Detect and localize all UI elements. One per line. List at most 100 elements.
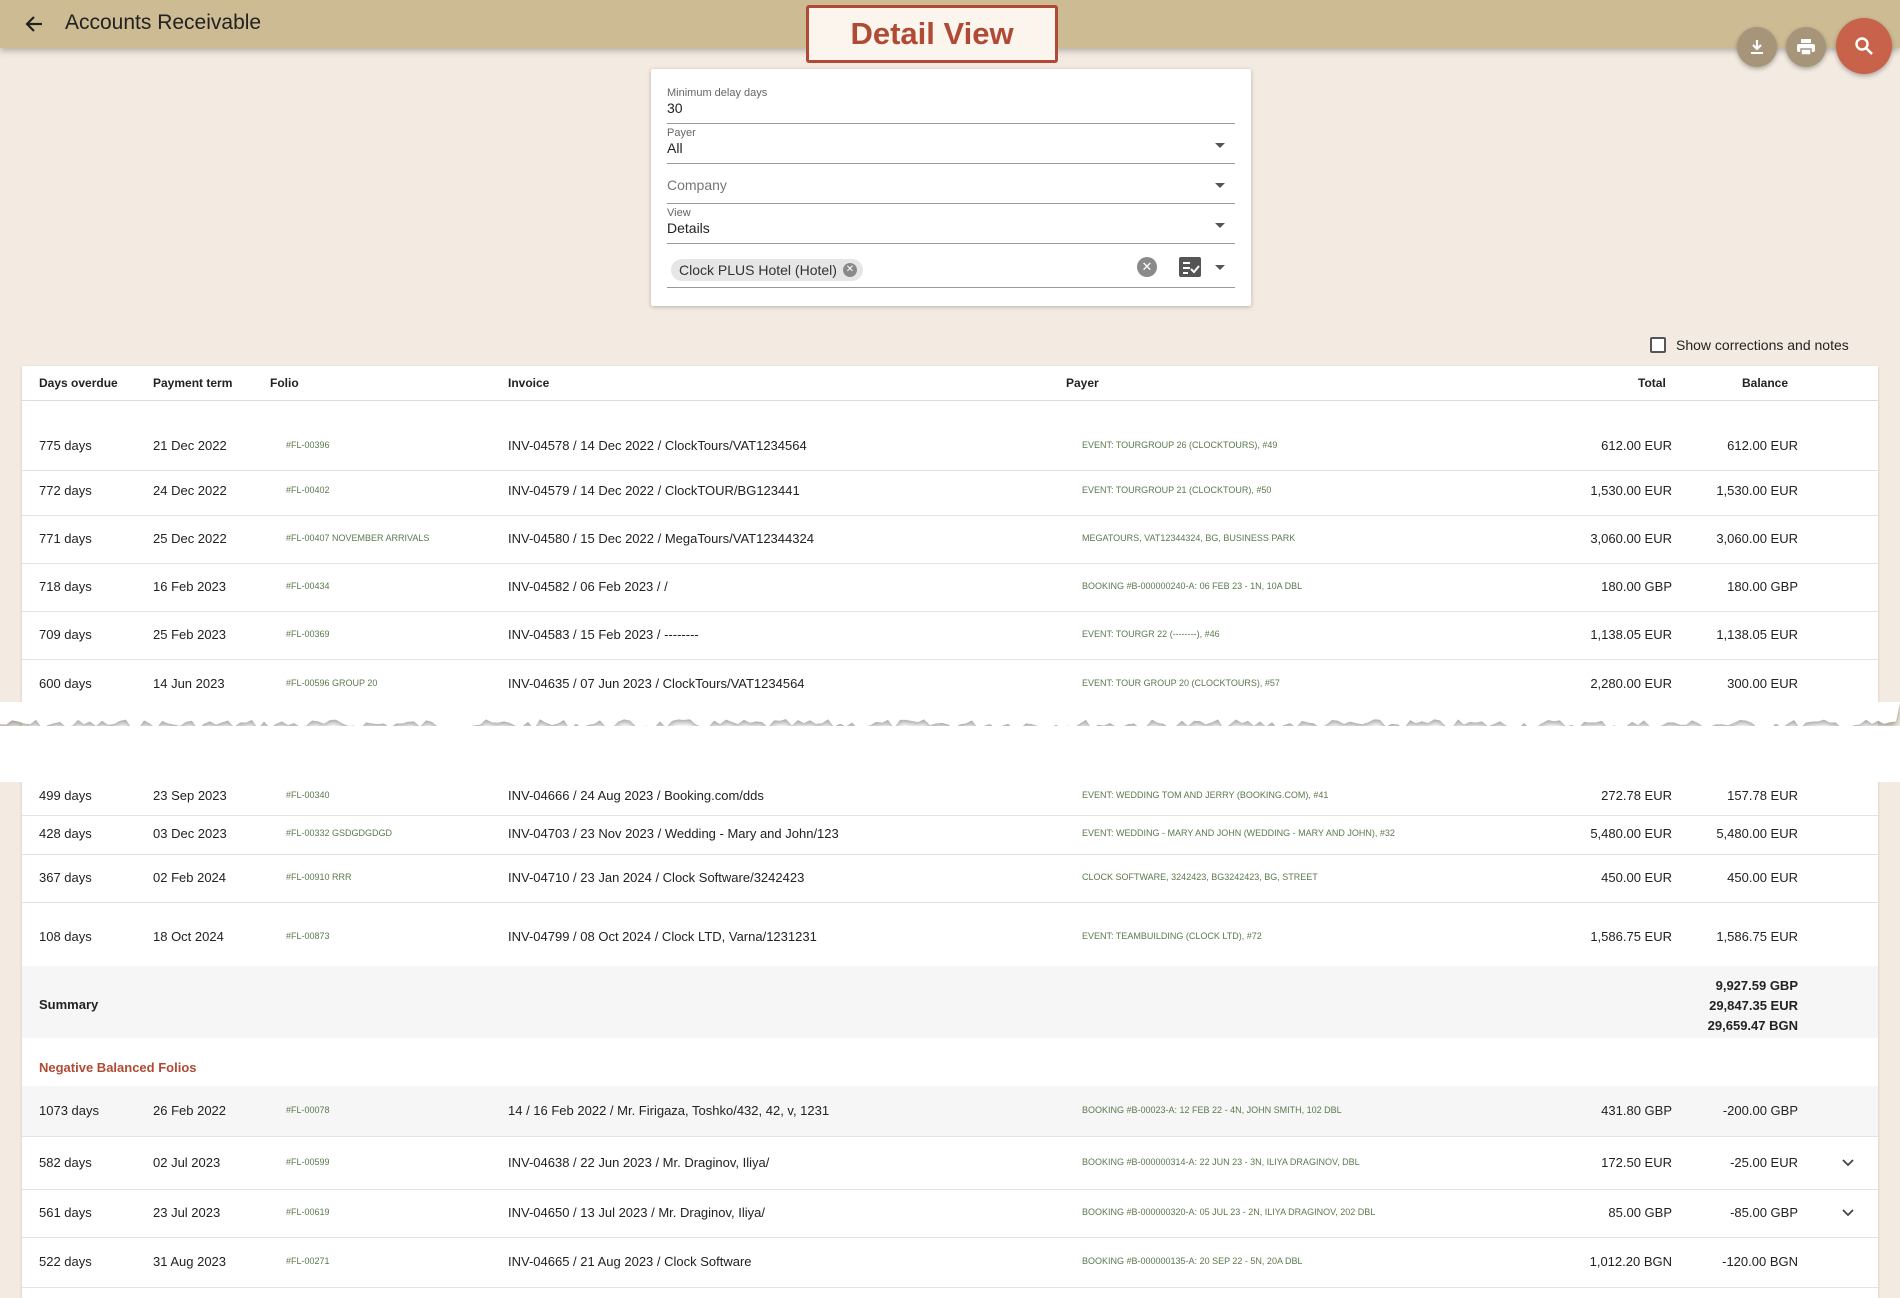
folio-link[interactable]: #FL-00340 <box>286 790 330 800</box>
table-row[interactable]: 1073 days 26 Feb 2022 #FL-00078 14 / 16 Feb… <box>22 1086 1878 1137</box>
payment-term-cell: 26 Feb 2022 <box>153 1103 227 1118</box>
chevron-down-icon[interactable] <box>1842 1157 1854 1169</box>
folio-link[interactable]: #FL-00402 <box>286 485 330 495</box>
min-delay-label: Minimum delay days <box>667 87 768 99</box>
days-overdue-cell: 582 days <box>39 1155 92 1170</box>
days-overdue-cell: 718 days <box>39 579 92 594</box>
table-row[interactable]: 561 days 23 Jul 2023 #FL-00619 INV-04650 / … <box>22 1189 1878 1238</box>
col-invoice[interactable]: Invoice <box>508 376 549 390</box>
col-payer[interactable]: Payer <box>1066 376 1099 390</box>
days-overdue-cell: 561 days <box>39 1205 92 1220</box>
table-row[interactable]: 771 days 25 Dec 2022 #FL-00407 NOVEMBER AR… <box>22 515 1878 564</box>
search-button[interactable] <box>1836 18 1892 74</box>
total-cell: 1,012.20 BGN <box>1589 1254 1672 1269</box>
balance-cell: 1,586.75 EUR <box>1716 929 1798 944</box>
folio-link[interactable]: #FL-00407 NOVEMBER ARRIVALS <box>286 533 429 543</box>
payment-term-cell: 25 Dec 2022 <box>153 531 227 546</box>
days-overdue-cell: 499 days <box>39 788 92 803</box>
invoice-cell: INV-04579 / 14 Dec 2022 / ClockTOUR/BG12… <box>508 483 800 498</box>
table-row[interactable]: 428 days 03 Dec 2023 #FL-00332 GSDGDGDGD IN… <box>22 814 1878 855</box>
table-row[interactable]: 522 days 31 Aug 2023 #FL-00271 INV-04665 / … <box>22 1237 1878 1288</box>
chevron-down-icon <box>1215 143 1225 148</box>
table-row[interactable]: 499 days 23 Sep 2023 #FL-00340 INV-04666 / … <box>22 777 1878 816</box>
days-overdue-cell: 108 days <box>39 929 92 944</box>
property-chip[interactable]: Clock PLUS Hotel (Hotel) ✕ <box>671 259 863 281</box>
view-select[interactable]: View Details <box>667 207 1235 244</box>
payer-cell: EVENT: TOUR GROUP 20 (CLOCKTOURS), #57 <box>1082 678 1280 688</box>
days-overdue-cell: 1073 days <box>39 1103 99 1118</box>
total-cell: 3,060.00 EUR <box>1590 531 1672 546</box>
payer-cell: EVENT: WEDDING TOM AND JERRY (BOOKING.CO… <box>1082 790 1329 800</box>
show-corrections-checkbox[interactable] <box>1650 337 1666 353</box>
table-row[interactable]: 718 days 16 Feb 2023 #FL-00434 INV-04582 / … <box>22 563 1878 612</box>
table-row[interactable]: 709 days 25 Feb 2023 #FL-00369 INV-04583 / … <box>22 611 1878 660</box>
folio-link[interactable]: #FL-00332 GSDGDGDGD <box>286 828 392 838</box>
col-days-overdue[interactable]: Days overdue <box>39 376 118 390</box>
balance-cell: 5,480.00 EUR <box>1716 826 1798 841</box>
folio-link[interactable]: #FL-00596 GROUP 20 <box>286 678 377 688</box>
summary-value: 29,847.35 EUR <box>1709 998 1798 1013</box>
min-delay-field[interactable]: Minimum delay days 30 <box>667 87 1235 124</box>
payment-term-cell: 23 Jul 2023 <box>153 1205 221 1220</box>
chevron-down-icon[interactable] <box>1842 1207 1854 1219</box>
download-button[interactable] <box>1737 27 1777 67</box>
total-cell: 180.00 GBP <box>1601 579 1672 594</box>
payer-select[interactable]: Payer All <box>667 127 1235 164</box>
clear-icon[interactable]: ✕ <box>1137 257 1157 277</box>
invoice-cell: INV-04635 / 07 Jun 2023 / ClockTours/VAT… <box>508 676 805 691</box>
company-select[interactable]: Company <box>667 167 1235 204</box>
chevron-down-icon <box>1215 265 1225 270</box>
property-chip-label: Clock PLUS Hotel (Hotel) <box>679 262 837 278</box>
payer-cell: EVENT: TOURGR 22 (--------), #46 <box>1082 629 1220 639</box>
total-cell: 1,586.75 EUR <box>1590 929 1672 944</box>
property-select[interactable]: Clock PLUS Hotel (Hotel) ✕ ✕ <box>667 247 1235 288</box>
torn-edge-divider <box>0 702 1900 782</box>
invoice-cell: INV-04799 / 08 Oct 2024 / Clock LTD, Var… <box>508 929 817 944</box>
folio-link[interactable]: #FL-00369 <box>286 629 330 639</box>
payment-term-cell: 21 Dec 2022 <box>153 438 227 453</box>
folio-link[interactable]: #FL-00434 <box>286 581 330 591</box>
company-placeholder: Company <box>667 177 727 193</box>
invoice-cell: INV-04583 / 15 Feb 2023 / -------- <box>508 627 699 642</box>
col-balance[interactable]: Balance <box>1742 376 1788 390</box>
detail-view-banner: Detail View <box>806 5 1058 63</box>
table-row[interactable]: 367 days 02 Feb 2024 #FL-00910 RRR INV-0471… <box>22 854 1878 903</box>
days-overdue-cell: 522 days <box>39 1254 92 1269</box>
folio-link[interactable]: #FL-00396 <box>286 440 330 450</box>
days-overdue-cell: 771 days <box>39 531 92 546</box>
negative-balanced-title: Negative Balanced Folios <box>39 1060 197 1075</box>
col-folio[interactable]: Folio <box>270 376 299 390</box>
table-row[interactable]: 108 days 18 Oct 2024 #FL-00873 INV-04799 / … <box>22 907 1878 968</box>
col-total[interactable]: Total <box>1638 376 1666 390</box>
table-row[interactable]: 775 days 21 Dec 2022 #FL-00396 INV-04578 / … <box>22 422 1878 471</box>
summary-row: Summary 9,927.59 GBP 29,847.35 EUR 29,65… <box>22 966 1878 1038</box>
folio-link[interactable]: #FL-00078 <box>286 1105 330 1115</box>
table-row[interactable]: 582 days 02 Jul 2023 #FL-00599 INV-04638 / … <box>22 1136 1878 1190</box>
checklist-icon[interactable] <box>1179 257 1201 277</box>
back-arrow-icon[interactable] <box>20 10 48 38</box>
summary-label: Summary <box>39 997 99 1012</box>
total-cell: 431.80 GBP <box>1601 1103 1672 1118</box>
total-cell: 2,280.00 EUR <box>1590 676 1672 691</box>
folio-link[interactable]: #FL-00873 <box>286 931 330 941</box>
total-cell: 172.50 EUR <box>1601 1155 1672 1170</box>
payment-term-cell: 31 Aug 2023 <box>153 1254 227 1269</box>
table-row[interactable]: 772 days 24 Dec 2022 #FL-00402 INV-04579 / … <box>22 467 1878 516</box>
days-overdue-cell: 600 days <box>39 676 92 691</box>
balance-cell: 1,138.05 EUR <box>1716 627 1798 642</box>
payer-cell: CLOCK SOFTWARE, 3242423, BG3242423, BG, … <box>1082 872 1318 882</box>
payment-term-cell: 02 Feb 2024 <box>153 870 227 885</box>
show-corrections-toggle[interactable]: Show corrections and notes <box>1650 337 1849 353</box>
payer-value: All <box>667 140 683 156</box>
folio-link[interactable]: #FL-00599 <box>286 1157 330 1167</box>
print-button[interactable] <box>1786 27 1826 67</box>
page-title: Accounts Receivable <box>65 11 262 34</box>
folio-link[interactable]: #FL-00619 <box>286 1207 330 1217</box>
receivables-table: Days overdue Payment term Folio Invoice … <box>22 366 1878 1298</box>
show-corrections-label: Show corrections and notes <box>1676 337 1849 353</box>
folio-link[interactable]: #FL-00271 <box>286 1256 330 1266</box>
col-payment-term[interactable]: Payment term <box>153 376 232 390</box>
chip-remove-icon[interactable]: ✕ <box>842 263 857 277</box>
folio-link[interactable]: #FL-00910 RRR <box>286 872 352 882</box>
total-cell: 1,530.00 EUR <box>1590 483 1672 498</box>
